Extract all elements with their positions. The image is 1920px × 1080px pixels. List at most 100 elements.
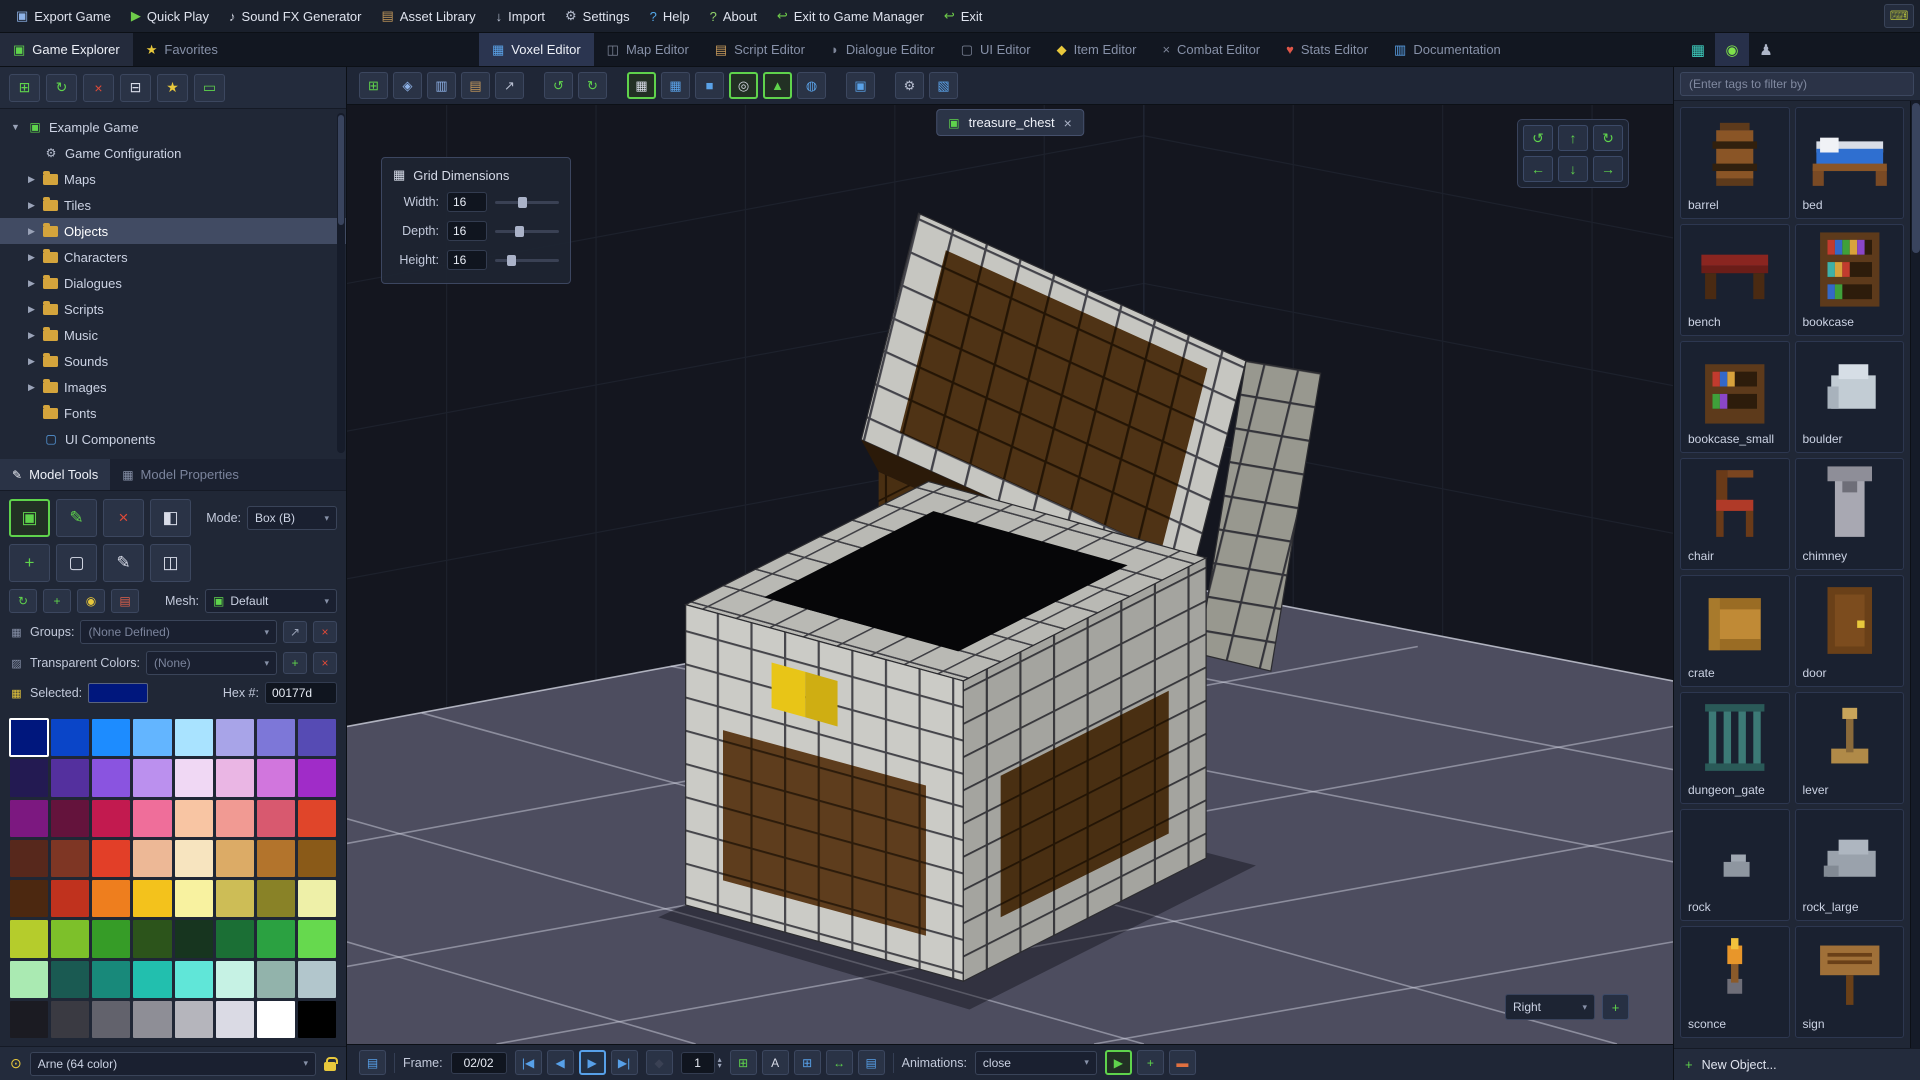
palette-color-18[interactable] xyxy=(92,799,131,837)
rotate-tool-button[interactable]: ↻ xyxy=(9,589,37,613)
palette-color-37[interactable] xyxy=(215,880,254,918)
tab-combat-editor[interactable]: × Combat Editor xyxy=(1149,33,1273,66)
assign-group-button[interactable]: ↗ xyxy=(283,621,307,643)
tab-dialogue-editor[interactable]: ◗ Dialogue Editor xyxy=(818,33,948,66)
tab-objects-panel[interactable]: ◉ xyxy=(1715,33,1749,66)
groups-select[interactable]: (None Defined) ▾ xyxy=(80,620,277,644)
palette-color-24[interactable] xyxy=(10,839,49,877)
palette-color-27[interactable] xyxy=(133,839,172,877)
menu-quick-play[interactable]: ▶ Quick Play xyxy=(121,0,219,32)
add-animation-button[interactable]: + xyxy=(1136,1050,1164,1075)
model-bookcase_small[interactable]: bookcase_small xyxy=(1680,341,1790,453)
add-transparent-color-button[interactable]: + xyxy=(283,652,307,674)
menu-exit[interactable]: ↩ Exit xyxy=(934,0,993,32)
mesh-select[interactable]: ▣ Default ▾ xyxy=(205,589,337,613)
tab-model-properties[interactable]: ▦ Model Properties xyxy=(110,459,251,490)
fit-view-button[interactable]: + xyxy=(1602,994,1629,1020)
palette-color-58[interactable] xyxy=(92,1000,131,1038)
expand-arrow-icon[interactable]: ▶ xyxy=(26,226,37,237)
palette-color-44[interactable] xyxy=(174,920,213,958)
palette-color-55[interactable] xyxy=(297,960,336,998)
refresh-button[interactable]: ↻ xyxy=(46,73,77,102)
move-down-button[interactable]: ↓ xyxy=(1558,156,1588,182)
ui-frame-button[interactable]: ▣ xyxy=(846,72,875,99)
world-preview-button[interactable]: ◍ xyxy=(797,72,826,99)
tab-script-editor[interactable]: ▤ Script Editor xyxy=(702,33,818,66)
model-chair[interactable]: chair xyxy=(1680,458,1790,570)
play-frames-button[interactable]: ▶ xyxy=(578,1050,606,1075)
import-model-button[interactable]: ▥ xyxy=(427,72,456,99)
remove-group-button[interactable]: × xyxy=(313,621,337,643)
palette-color-8[interactable] xyxy=(10,759,49,797)
palette-color-6[interactable] xyxy=(256,719,295,757)
camera-view-button[interactable]: ◎ xyxy=(729,72,758,99)
view-select[interactable]: Right ▾ xyxy=(1505,994,1595,1020)
palette-color-39[interactable] xyxy=(297,880,336,918)
palette-color-46[interactable] xyxy=(256,920,295,958)
pick-tool-button[interactable]: ✎ xyxy=(103,544,144,582)
palette-color-35[interactable] xyxy=(133,880,172,918)
viewport-settings-button[interactable]: ⚙ xyxy=(895,72,924,99)
palette-color-5[interactable] xyxy=(215,719,254,757)
palette-color-17[interactable] xyxy=(51,799,90,837)
show-floor-button[interactable]: ▲ xyxy=(763,72,792,99)
hex-input[interactable] xyxy=(265,682,337,704)
tree-scrollbar[interactable] xyxy=(337,113,345,453)
toggle-guides-button[interactable]: ▦ xyxy=(661,72,690,99)
palette-color-42[interactable] xyxy=(92,920,131,958)
expand-arrow-icon[interactable]: ▶ xyxy=(26,200,37,211)
play-animation-button[interactable]: ▶ xyxy=(1104,1050,1132,1075)
favorite-button[interactable]: ★ xyxy=(157,73,188,102)
palette-color-12[interactable] xyxy=(174,759,213,797)
palette-color-23[interactable] xyxy=(297,799,336,837)
model-boulder[interactable]: boulder xyxy=(1794,341,1904,453)
rotate-cw-button[interactable]: ↻ xyxy=(1593,125,1623,151)
height-slider[interactable] xyxy=(495,252,559,268)
palette-color-47[interactable] xyxy=(297,920,336,958)
depth-slider[interactable] xyxy=(495,223,559,239)
tree-item-music[interactable]: ▶ Music xyxy=(0,322,346,348)
tree-item-images[interactable]: ▶ Images xyxy=(0,374,346,400)
tree-item-game-configuration[interactable]: ⚙ Game Configuration xyxy=(0,140,346,166)
palette-color-40[interactable] xyxy=(10,920,49,958)
export-model-button[interactable]: ↗ xyxy=(495,72,524,99)
wireframe-toggle-button[interactable]: ▧ xyxy=(929,72,958,99)
palette-color-10[interactable] xyxy=(92,759,131,797)
model-sconce[interactable]: sconce xyxy=(1680,926,1790,1038)
tab-characters-panel[interactable]: ♟ xyxy=(1749,33,1783,66)
palette-color-28[interactable] xyxy=(174,839,213,877)
depth-input[interactable] xyxy=(447,221,487,241)
tab-ui-editor[interactable]: ▢ UI Editor xyxy=(948,33,1044,66)
tree-item-fonts[interactable]: Fonts xyxy=(0,400,346,426)
model-bookcase[interactable]: bookcase xyxy=(1794,224,1904,336)
tab-game-explorer[interactable]: ▣ Game Explorer xyxy=(0,33,133,66)
flip-tool-button[interactable]: ▤ xyxy=(111,589,139,613)
palette-color-41[interactable] xyxy=(51,920,90,958)
menu-exit-to-game-manager[interactable]: ↩ Exit to Game Manager xyxy=(767,0,934,32)
last-frame-button[interactable]: ▶| xyxy=(610,1050,638,1075)
selected-color-swatch[interactable] xyxy=(88,683,149,703)
palette-color-7[interactable] xyxy=(297,719,336,757)
palette-color-1[interactable] xyxy=(51,719,90,757)
palette-color-49[interactable] xyxy=(51,960,90,998)
tree-item-tiles[interactable]: ▶ Tiles xyxy=(0,192,346,218)
expand-arrow-icon[interactable]: ▶ xyxy=(26,330,37,341)
mirror-tool-button[interactable]: ◫ xyxy=(150,544,191,582)
palette-color-16[interactable] xyxy=(10,799,49,837)
palette-color-45[interactable] xyxy=(215,920,254,958)
palette-color-53[interactable] xyxy=(215,960,254,998)
close-icon[interactable]: × xyxy=(1064,115,1072,131)
tree-item-scripts[interactable]: ▶ Scripts xyxy=(0,296,346,322)
move-left-button[interactable]: ← xyxy=(1523,156,1553,182)
rename-resource-button[interactable]: ▭ xyxy=(194,73,225,102)
tab-tiles-panel[interactable]: ▦ xyxy=(1681,33,1715,66)
save-model-button[interactable]: ◈ xyxy=(393,72,422,99)
width-slider[interactable] xyxy=(495,194,559,210)
palette-color-22[interactable] xyxy=(256,799,295,837)
tag-filter-input[interactable] xyxy=(1680,72,1914,96)
palette-color-60[interactable] xyxy=(174,1000,213,1038)
expand-arrow-icon[interactable]: ▶ xyxy=(26,304,37,315)
palette-color-19[interactable] xyxy=(133,799,172,837)
palette-color-34[interactable] xyxy=(92,880,131,918)
tab-favorites[interactable]: ★ Favorites xyxy=(133,33,231,66)
